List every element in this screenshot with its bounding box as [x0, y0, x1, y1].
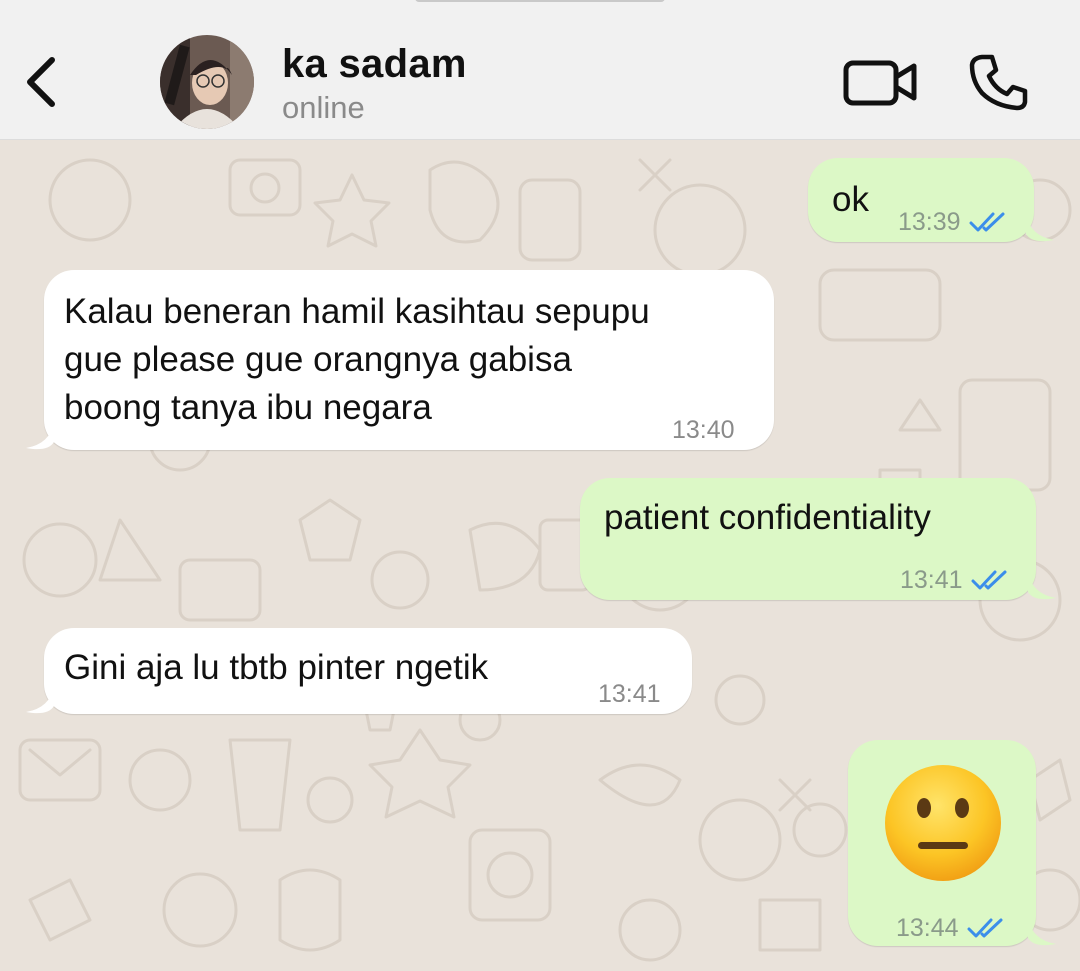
message-time: 13:41 — [598, 680, 661, 708]
video-camera-icon — [843, 60, 917, 106]
double-check-icon — [967, 918, 1003, 938]
phone-icon — [969, 54, 1028, 111]
message-text: patient confidentiality — [604, 498, 931, 537]
message-meta: 13:40 — [672, 406, 735, 454]
message-meta: 13:41 — [900, 556, 1011, 604]
neutral-face-emoji — [885, 765, 1001, 881]
video-call-button[interactable] — [842, 55, 918, 109]
message-bubble-outgoing[interactable]: 13:44 — [848, 740, 1036, 946]
voice-call-button[interactable] — [968, 52, 1030, 112]
contact-status: online — [282, 90, 365, 125]
avatar-photo — [160, 35, 254, 129]
message-bubble-outgoing[interactable]: patient confidentiality 13:41 — [580, 478, 1036, 600]
message-meta: 13:39 — [898, 198, 1009, 246]
back-button[interactable] — [22, 54, 62, 110]
bubble-tail-outgoing — [1028, 918, 1056, 946]
message-text: Gini aja lu tbtb pinter ngetik — [64, 648, 489, 687]
top-grabber — [415, 0, 665, 2]
message-bubble-outgoing[interactable]: ok 13:39 — [808, 158, 1034, 242]
message-line: boong tanya ibu negara — [64, 388, 432, 427]
message-meta: 13:41 — [598, 670, 661, 718]
message-time: 13:39 — [898, 208, 961, 236]
double-check-icon — [969, 212, 1005, 232]
message-time: 13:44 — [896, 914, 959, 942]
avatar[interactable] — [160, 35, 254, 129]
message-time: 13:40 — [672, 416, 735, 444]
bubble-tail-incoming — [26, 422, 54, 450]
bubble-tail-incoming — [26, 686, 54, 714]
bubble-tail-outgoing — [1026, 214, 1054, 242]
chevron-left-icon — [27, 57, 55, 107]
double-check-icon — [971, 570, 1007, 590]
message-bubble-incoming[interactable]: Gini aja lu tbtb pinter ngetik 13:41 — [44, 628, 692, 714]
message-text: ok — [832, 180, 869, 219]
message-line: gue please gue orangnya gabisa — [64, 340, 572, 379]
message-meta: 13:44 — [896, 904, 1007, 952]
message-line: Kalau beneran hamil kasihtau sepupu — [64, 292, 650, 331]
message-bubble-incoming[interactable]: Kalau beneran hamil kasihtau sepupu gue … — [44, 270, 774, 450]
message-time: 13:41 — [900, 566, 963, 594]
contact-name[interactable]: ka sadam — [282, 42, 467, 87]
chat-header: ka sadam online — [0, 0, 1080, 140]
bubble-tail-outgoing — [1028, 572, 1056, 600]
